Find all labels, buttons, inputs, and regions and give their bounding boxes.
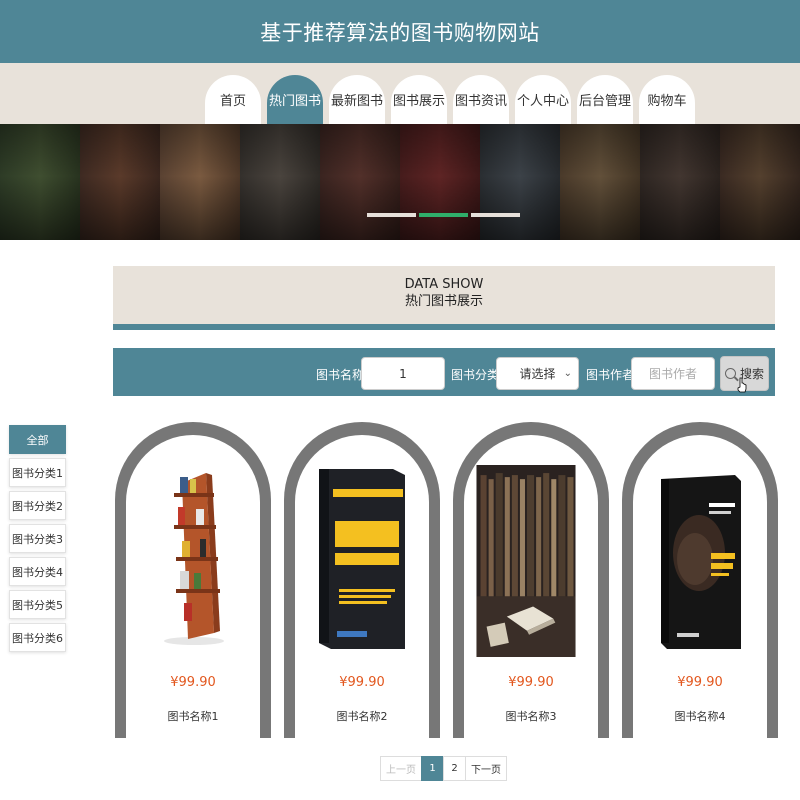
book-name: 图书名称4 [674, 710, 726, 723]
book-cover-image [651, 463, 749, 653]
book-card[interactable]: ¥99.90 图书名称2 [284, 422, 440, 738]
nav-item-new-books[interactable]: 最新图书 [329, 75, 385, 124]
book-name-input[interactable] [361, 357, 445, 390]
book-card[interactable]: ¥99.90 图书名称1 [115, 422, 271, 738]
category-item-2[interactable]: 图书分类2 [9, 491, 66, 520]
book-cover-image [476, 465, 576, 657]
carousel-dot-3[interactable] [471, 213, 520, 217]
nav-item-hot-books[interactable]: 热门图书 [267, 75, 323, 124]
book-category-selected: 请选择 [519, 367, 556, 381]
section-title-cn: 热门图书展示 [404, 294, 483, 309]
category-item-6[interactable]: 图书分类6 [9, 623, 66, 652]
nav-item-home[interactable]: 首页 [205, 75, 261, 124]
pagination: 上一页 1 2 下一页 [380, 756, 507, 781]
book-category-label: 图书分类 [451, 368, 500, 382]
chevron-down-icon: ⌄ [563, 368, 572, 379]
book-price: ¥99.90 [677, 675, 723, 690]
category-sidebar: 全部 图书分类1 图书分类2 图书分类3 图书分类4 图书分类5 图书分类6 [9, 425, 66, 656]
nav-item-cart[interactable]: 购物车 [639, 75, 695, 124]
nav-item-book-display[interactable]: 图书展示 [391, 75, 447, 124]
prev-page-button[interactable]: 上一页 [380, 756, 422, 781]
site-title: 基于推荐算法的图书购物网站 [260, 20, 540, 45]
book-author-label: 图书作者 [586, 368, 635, 382]
nav-item-admin[interactable]: 后台管理 [577, 75, 633, 124]
carousel-dots [367, 213, 520, 217]
page-button-1[interactable]: 1 [421, 756, 444, 781]
book-price: ¥99.90 [508, 675, 554, 690]
category-item-4[interactable]: 图书分类4 [9, 557, 66, 586]
category-item-5[interactable]: 图书分类5 [9, 590, 66, 619]
book-card[interactable]: ¥99.90 图书名称4 [622, 422, 778, 738]
banner-carousel[interactable] [0, 124, 800, 240]
book-cover-image [313, 463, 411, 653]
search-icon [724, 368, 736, 379]
nav-item-personal-center[interactable]: 个人中心 [515, 75, 571, 124]
category-item-3[interactable]: 图书分类3 [9, 524, 66, 553]
book-name: 图书名称3 [505, 710, 557, 723]
book-category-select[interactable]: 请选择 ⌄ [496, 357, 579, 390]
mouse-pointer-icon [737, 377, 747, 393]
carousel-dot-2[interactable] [419, 213, 468, 217]
book-name-label: 图书名称 [316, 368, 365, 382]
section-header: DATA SHOW 热门图书展示 [113, 266, 775, 330]
carousel-dot-1[interactable] [367, 213, 416, 217]
category-all[interactable]: 全部 [9, 425, 66, 454]
book-author-input[interactable] [631, 357, 715, 390]
book-list: ¥99.90 图书名称1 ¥99.90 图书名称2 ¥99.90 图书名称3 ¥… [115, 422, 778, 738]
category-item-1[interactable]: 图书分类1 [9, 458, 66, 487]
site-header: 基于推荐算法的图书购物网站 [0, 0, 800, 63]
book-cover-image [144, 463, 242, 653]
page-button-2[interactable]: 2 [443, 756, 466, 781]
book-card[interactable]: ¥99.90 图书名称3 [453, 422, 609, 738]
section-title-en: DATA SHOW [404, 277, 484, 292]
nav-item-book-news[interactable]: 图书资讯 [453, 75, 509, 124]
next-page-button[interactable]: 下一页 [465, 756, 507, 781]
main-nav: 首页 热门图书 最新图书 图书展示 图书资讯 个人中心 后台管理 购物车 [0, 63, 800, 124]
book-name: 图书名称2 [336, 710, 388, 723]
book-name: 图书名称1 [167, 710, 219, 723]
book-price: ¥99.90 [339, 675, 385, 690]
book-price: ¥99.90 [170, 675, 216, 690]
search-bar: 图书名称 图书分类 请选择 ⌄ 图书作者 搜索 [113, 348, 775, 396]
